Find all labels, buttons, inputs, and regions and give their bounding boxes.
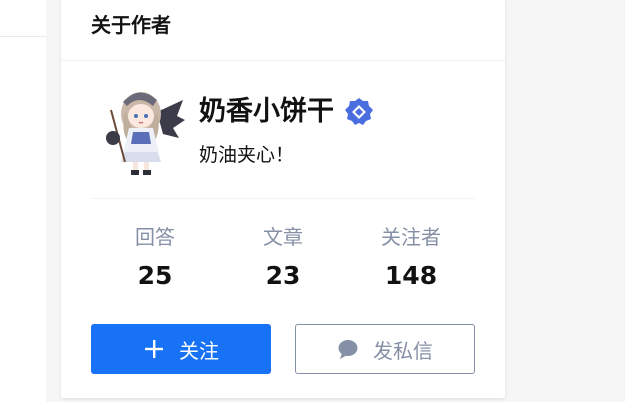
stat-label: 回答 bbox=[135, 225, 175, 249]
avatar[interactable] bbox=[99, 82, 187, 178]
author-info: 奶香小饼干 奶油夹心！ bbox=[91, 80, 475, 199]
card-header: 关于作者 bbox=[61, 0, 505, 61]
verified-badge-icon bbox=[345, 98, 373, 125]
stat-label: 关注者 bbox=[381, 225, 441, 249]
stat-followers[interactable]: 关注者 148 bbox=[347, 222, 475, 292]
card-title: 关于作者 bbox=[91, 13, 171, 37]
about-author-card: 关于作者 奶香小饼干 奶油夹心！ 回答 25 文章 23 关注者 148 关注 … bbox=[61, 0, 505, 398]
stat-articles[interactable]: 文章 23 bbox=[219, 222, 347, 292]
left-column-edge bbox=[0, 0, 46, 402]
stat-value: 148 bbox=[384, 261, 438, 290]
stat-answers[interactable]: 回答 25 bbox=[91, 222, 219, 292]
message-label: 发私信 bbox=[373, 338, 433, 363]
follow-label: 关注 bbox=[179, 338, 219, 363]
chat-bubble-icon bbox=[338, 340, 358, 359]
author-headline: 奶油夹心！ bbox=[199, 144, 295, 166]
stat-label: 文章 bbox=[263, 225, 303, 249]
divider bbox=[0, 36, 46, 37]
author-stats: 回答 25 文章 23 关注者 148 bbox=[91, 222, 475, 302]
send-message-button[interactable]: 发私信 bbox=[295, 324, 475, 374]
stat-value: 25 bbox=[137, 261, 173, 290]
stat-value: 23 bbox=[265, 261, 301, 290]
plus-icon bbox=[145, 340, 163, 358]
author-name-row: 奶香小饼干 bbox=[199, 92, 374, 132]
follow-button[interactable]: 关注 bbox=[91, 324, 271, 374]
author-name[interactable]: 奶香小饼干 bbox=[199, 94, 334, 130]
